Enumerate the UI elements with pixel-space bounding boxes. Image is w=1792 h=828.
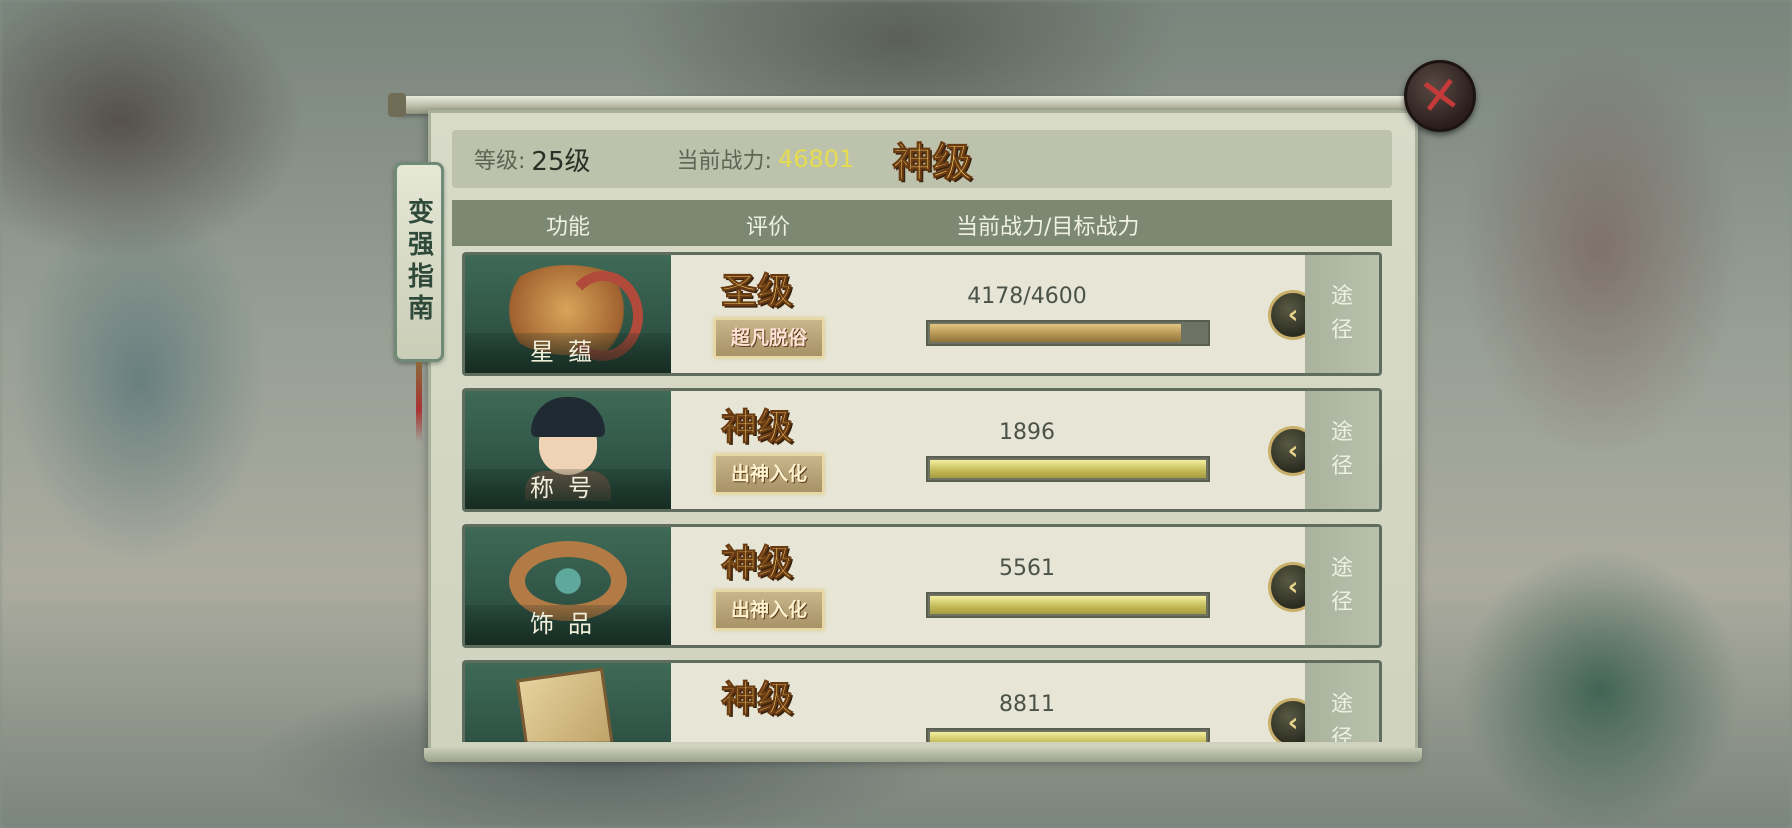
power-numbers: 5561 [999,556,1055,581]
route-label: 途径 [1330,692,1353,742]
power-numbers: 8811 [999,692,1055,717]
grade-title: 圣级 [720,270,793,313]
level-label: 等级: [474,149,526,174]
route-button[interactable]: 途径 [1305,255,1379,373]
grade-subtitle: 出神入化 [714,454,824,494]
side-tab-power-guide[interactable]: 变强指南 [394,162,444,362]
power-numbers: 1896 [999,420,1055,445]
route-label: 途径 [1330,420,1353,479]
table-header: 功能 评价 当前战力/目标战力 [452,200,1392,246]
chevron-left-icon: ‹ [1287,436,1299,466]
route-label: 途径 [1330,284,1353,343]
progress-fill [930,324,1181,342]
chevron-left-icon: ‹ [1287,708,1299,738]
scroll-map-icon [515,667,619,742]
header-function: 功能 [546,215,591,240]
header-power-target: 当前战力/目标战力 [956,215,1140,240]
grade-title: 神级 [720,678,793,721]
route-button[interactable]: 途径 [1305,663,1379,742]
power-progress-bar [926,320,1210,346]
list-item-xingyun: 星蕴 圣级 超凡脱俗 4178/4600 ‹ 途径 [462,252,1382,376]
row-icon-box: 称号 [465,391,671,509]
progress-fill [930,460,1206,478]
grade-title: 神级 [720,406,793,449]
power-numbers: 4178/4600 [967,284,1087,309]
function-name: 称号 [530,474,606,502]
tassel-decoration [416,362,422,442]
chevron-left-icon: ‹ [1287,572,1299,602]
function-list[interactable]: 星蕴 圣级 超凡脱俗 4178/4600 ‹ 途径 称号 神级 出神入化 189… [462,248,1382,742]
function-name: 饰品 [530,610,606,638]
side-tab-label: 变强指南 [403,198,434,326]
route-button[interactable]: 途径 [1305,391,1379,509]
route-label: 途径 [1330,556,1353,615]
power-value: 46801 [777,145,855,173]
list-item-accessory: 饰品 神级 出神入化 5561 ‹ 途径 [462,524,1382,648]
progress-fill [930,732,1206,742]
close-button[interactable]: ✕ [1404,60,1476,132]
power-label: 当前战力: [676,149,772,174]
level-value: 25级 [531,146,591,177]
list-item-title: 称号 神级 出神入化 1896 ‹ 途径 [462,388,1382,512]
grade-title: 神级 [720,542,793,585]
row-icon-box: 星蕴 [465,255,671,373]
power-progress-bar [926,728,1210,742]
route-button[interactable]: 途径 [1305,527,1379,645]
name-band [465,741,671,742]
scroll-bottom-edge [424,748,1422,762]
info-bar: 等级: 25级 当前战力: 46801 神级 [452,130,1392,188]
chevron-left-icon: ‹ [1287,300,1299,330]
row-icon-box: 饰品 [465,527,671,645]
header-rating: 评价 [746,215,791,240]
power-progress-bar [926,456,1210,482]
grade-subtitle: 超凡脱俗 [714,318,824,358]
list-item-fourth: 神级 8811 ‹ 途径 [462,660,1382,742]
power-progress-bar [926,592,1210,618]
function-name: 星蕴 [530,338,606,366]
progress-fill [930,596,1206,614]
close-x-icon: ✕ [1415,64,1465,128]
row-icon-box [465,663,671,742]
overall-grade: 神级 [892,139,973,187]
grade-subtitle: 出神入化 [714,590,824,630]
